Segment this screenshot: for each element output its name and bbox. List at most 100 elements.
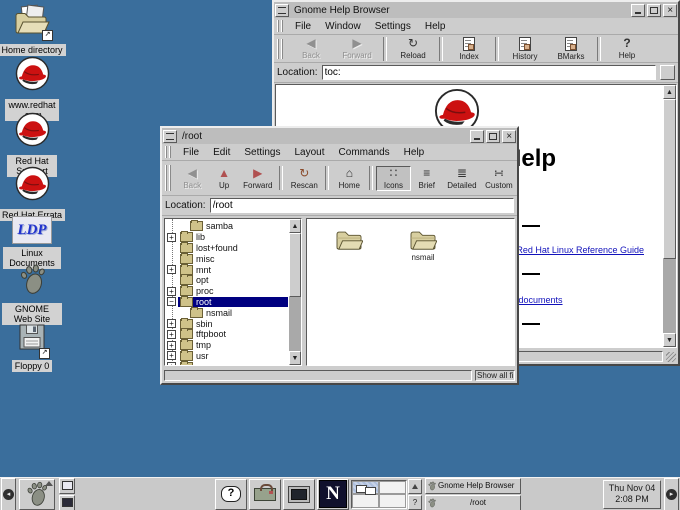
- minimize-button[interactable]: [631, 4, 645, 17]
- desktop-icon-home-directory[interactable]: ↗ Home directory: [0, 4, 64, 56]
- reload-button[interactable]: ↻ Reload: [390, 36, 436, 61]
- workspace-4[interactable]: [379, 494, 406, 508]
- tree-item[interactable]: tmp: [167, 340, 288, 351]
- tree-item[interactable]: nsmail: [167, 307, 288, 318]
- scroll-up-icon[interactable]: ▲: [289, 219, 301, 233]
- desk-guide-help-button[interactable]: ?: [408, 495, 422, 510]
- panel-hide-right-button[interactable]: ▸: [664, 478, 679, 510]
- menu-commands[interactable]: Commands: [332, 147, 397, 158]
- scroll-down-icon[interactable]: ▼: [663, 333, 676, 347]
- back-button[interactable]: ◀ Back: [176, 166, 209, 191]
- file-icon-pane[interactable]: nsmail: [306, 218, 515, 366]
- scrollbar-thumb[interactable]: [289, 233, 301, 297]
- tree-item-selected[interactable]: root: [167, 297, 288, 308]
- menu-layout[interactable]: Layout: [288, 147, 332, 158]
- desktop-icon-floppy-0[interactable]: ↗ Floppy 0: [0, 322, 64, 372]
- scroll-down-icon[interactable]: ▼: [289, 351, 301, 365]
- close-button[interactable]: [663, 4, 677, 17]
- help-button[interactable]: ? Help: [604, 36, 650, 61]
- tree-item[interactable]: lost+found: [167, 243, 288, 254]
- fm-window-titlebar[interactable]: /root: [162, 128, 517, 144]
- tree-item[interactable]: var: [167, 361, 288, 366]
- file-item[interactable]: nsmail: [401, 227, 445, 262]
- location-input[interactable]: [322, 65, 656, 80]
- task-help-browser[interactable]: Gnome Help Browser: [425, 478, 521, 494]
- scrollbar-thumb[interactable]: [663, 99, 676, 259]
- menu-help[interactable]: Help: [418, 21, 453, 32]
- workspace-1-active[interactable]: [352, 481, 379, 495]
- icons-view-button[interactable]: ∷ Icons: [376, 166, 410, 191]
- expander-plus-icon[interactable]: [167, 362, 176, 366]
- task-root-window[interactable]: /root: [425, 495, 521, 510]
- tree-item[interactable]: opt: [167, 275, 288, 286]
- workspace-2[interactable]: [379, 481, 406, 495]
- desk-guide-pager[interactable]: [351, 480, 407, 509]
- expander-minus-icon[interactable]: [167, 297, 176, 306]
- expander-plus-icon[interactable]: [167, 319, 176, 328]
- desktop-icon-red-hat-errata[interactable]: Red Hat Errata: [0, 166, 64, 221]
- forward-button[interactable]: ▶ Forward: [334, 36, 380, 61]
- rescan-button[interactable]: ↻ Rescan: [286, 166, 322, 191]
- tree-scrollbar[interactable]: ▲ ▼: [289, 219, 301, 365]
- window-menu-icon[interactable]: [163, 130, 177, 143]
- maximize-button[interactable]: [486, 130, 500, 143]
- scroll-up-icon[interactable]: ▲: [663, 85, 676, 99]
- expander-plus-icon[interactable]: [167, 233, 176, 242]
- menubar-drag-handle[interactable]: [277, 20, 285, 33]
- panel-hide-left-button[interactable]: ◂: [1, 478, 16, 510]
- mini-monitor-button[interactable]: [59, 495, 75, 510]
- up-button[interactable]: ▲ Up: [209, 166, 239, 191]
- netscape-launcher[interactable]: N: [317, 479, 349, 510]
- expander-plus-icon[interactable]: [167, 341, 176, 350]
- minimize-button[interactable]: [470, 130, 484, 143]
- detailed-view-button[interactable]: ≣ Detailed: [443, 166, 481, 191]
- maximize-button[interactable]: [647, 4, 661, 17]
- menu-file[interactable]: File: [176, 147, 206, 158]
- toolbar-drag-handle[interactable]: [165, 165, 173, 191]
- location-go-button[interactable]: [660, 65, 675, 80]
- brief-view-button[interactable]: ≡ Brief: [411, 166, 443, 191]
- menu-settings[interactable]: Settings: [237, 147, 287, 158]
- configuration-launcher[interactable]: [249, 479, 281, 510]
- forward-button[interactable]: ▶ Forward: [239, 166, 276, 191]
- menu-help[interactable]: Help: [397, 147, 432, 158]
- history-button[interactable]: History: [502, 36, 548, 62]
- tree-item[interactable]: tftpboot: [167, 329, 288, 340]
- task-arrow-button[interactable]: [408, 479, 422, 494]
- menu-file[interactable]: File: [288, 21, 318, 32]
- expander-plus-icon[interactable]: [167, 287, 176, 296]
- back-button[interactable]: ◀ Back: [288, 36, 334, 61]
- mini-window-button[interactable]: [59, 478, 75, 494]
- window-menu-icon[interactable]: [275, 4, 289, 17]
- help-launcher[interactable]: ?: [215, 479, 247, 510]
- menu-settings[interactable]: Settings: [368, 21, 418, 32]
- terminal-launcher[interactable]: [283, 479, 315, 510]
- tree-item[interactable]: proc: [167, 286, 288, 297]
- custom-view-button[interactable]: ∺ Custom: [481, 166, 517, 191]
- tree-item[interactable]: sbin: [167, 318, 288, 329]
- help-window-titlebar[interactable]: Gnome Help Browser: [274, 2, 678, 18]
- main-menu-button[interactable]: [19, 479, 55, 510]
- help-scrollbar[interactable]: ▲ ▼: [663, 85, 676, 347]
- desktop-icon-gnome-web-site[interactable]: GNOME Web Site: [0, 264, 64, 325]
- bmarks-button[interactable]: BMarks: [548, 36, 594, 62]
- expander-plus-icon[interactable]: [167, 265, 176, 274]
- toolbar-drag-handle[interactable]: [277, 39, 285, 59]
- tree-item[interactable]: samba: [167, 221, 288, 232]
- expander-plus-icon[interactable]: [167, 330, 176, 339]
- location-input[interactable]: [210, 198, 514, 213]
- desktop-icon-linux-documents[interactable]: LDP Linux Documents: [0, 216, 64, 269]
- home-button[interactable]: ⌂ Home: [332, 166, 366, 191]
- index-button[interactable]: Index: [446, 36, 492, 62]
- file-item[interactable]: [327, 227, 371, 262]
- expander-plus-icon[interactable]: [167, 351, 176, 360]
- tree-item[interactable]: lib: [167, 232, 288, 243]
- menu-window[interactable]: Window: [318, 21, 368, 32]
- menubar-drag-handle[interactable]: [165, 146, 173, 159]
- tree-item[interactable]: usr: [167, 351, 288, 362]
- tree-item[interactable]: misc: [167, 253, 288, 264]
- tree-item[interactable]: mnt: [167, 264, 288, 275]
- close-button[interactable]: [502, 130, 516, 143]
- resize-grip[interactable]: [666, 352, 676, 362]
- workspace-3[interactable]: [352, 494, 379, 508]
